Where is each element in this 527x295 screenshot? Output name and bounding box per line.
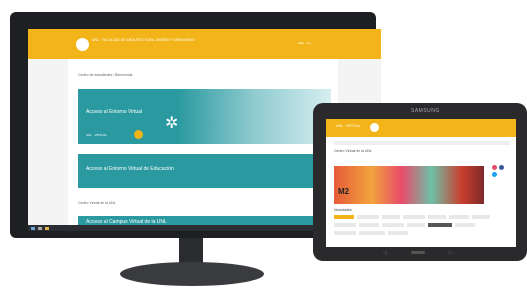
- tag[interactable]: [428, 215, 446, 219]
- banner-title[interactable]: Acceso al Entorno Virtual: [86, 109, 142, 115]
- taskbar-icon[interactable]: [38, 227, 42, 230]
- tablet-nav-bar[interactable]: [334, 141, 510, 145]
- hero-overlay-text: M2: [338, 187, 350, 196]
- tag[interactable]: [407, 223, 425, 227]
- page-body: [68, 59, 338, 231]
- tag[interactable]: [382, 215, 400, 219]
- facebook-icon[interactable]: [499, 165, 504, 170]
- tag[interactable]: [382, 223, 404, 227]
- tablet-header: UNL · VIRTUAL: [326, 119, 516, 137]
- banner-title[interactable]: Acceso al Entorno Virtual de Educación: [86, 166, 174, 172]
- tag[interactable]: [472, 215, 490, 219]
- section-label: Centro de estudiantes / Bienvenida: [78, 73, 133, 77]
- windows-start-icon[interactable]: [31, 227, 35, 230]
- tablet-screen: UNL · VIRTUAL Centro Virtual de la UNL M…: [326, 119, 516, 247]
- tag[interactable]: [359, 223, 379, 227]
- header-title: UNL · FACULTAD DE ARQUITECTURA, DISEÑO Y…: [92, 38, 195, 42]
- tag[interactable]: [428, 223, 452, 227]
- section-label: Centro Virtual de la UNL: [78, 201, 116, 205]
- tag[interactable]: [455, 223, 475, 227]
- badge-icon: [134, 130, 143, 139]
- site-header: UNL · FACULTAD DE ARQUITECTURA, DISEÑO Y…: [28, 29, 381, 59]
- tag[interactable]: [357, 215, 379, 219]
- cursor-icon: ✲: [165, 115, 179, 132]
- recent-apps-icon[interactable]: ▭: [448, 251, 453, 256]
- header-links[interactable]: fadu · unl: [298, 41, 311, 45]
- monitor-base: [120, 262, 264, 286]
- tag[interactable]: [359, 231, 385, 235]
- tag[interactable]: [449, 215, 469, 219]
- tablet-page-title: Centro Virtual de la UNL: [334, 149, 372, 153]
- section-heading: Novedades: [334, 208, 352, 212]
- twitter-icon[interactable]: [492, 172, 497, 177]
- tag[interactable]: [334, 215, 354, 219]
- tag[interactable]: [334, 231, 356, 235]
- banner-tag: UNL · VIRTUAL: [86, 133, 108, 137]
- back-icon[interactable]: ◁: [383, 251, 387, 256]
- social-icons: [492, 165, 510, 177]
- taskbar-icon[interactable]: [45, 227, 49, 230]
- tablet-logo-text: UNL · VIRTUAL: [336, 124, 361, 128]
- tablet-brand: SAMSUNG: [411, 108, 440, 114]
- tag[interactable]: [334, 223, 356, 227]
- tag[interactable]: [403, 215, 425, 219]
- instagram-icon[interactable]: [492, 165, 497, 170]
- home-icon[interactable]: [411, 251, 425, 254]
- banner-image: [178, 89, 331, 144]
- unl-logo[interactable]: [76, 38, 89, 51]
- tag[interactable]: [388, 231, 408, 235]
- unl-logo[interactable]: [370, 123, 379, 132]
- hero-photo: [334, 166, 484, 204]
